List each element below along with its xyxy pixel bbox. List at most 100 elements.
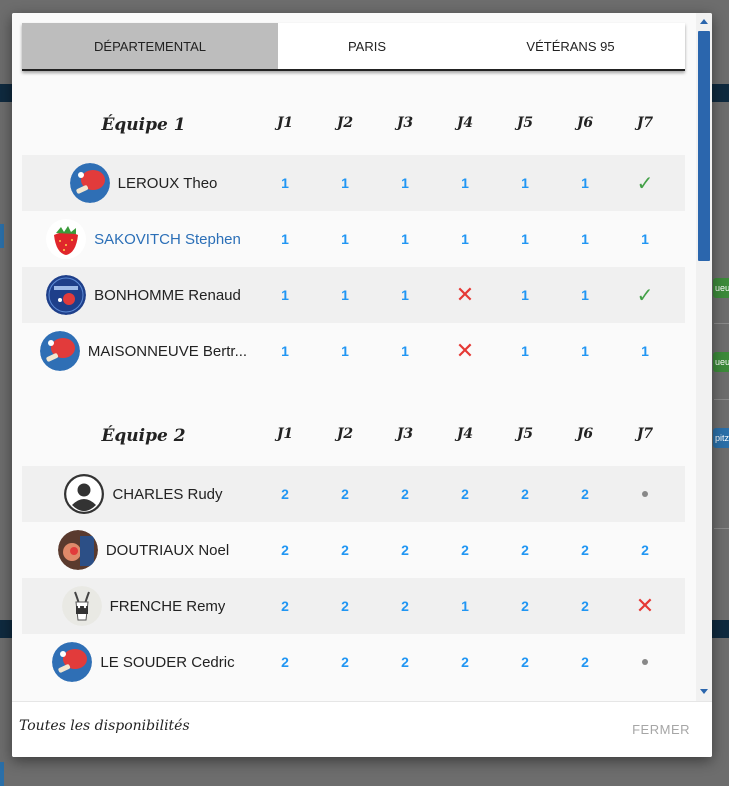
player-name: FRENCHE Remy bbox=[109, 597, 226, 615]
player-name: MAISONNEUVE Bertr... bbox=[87, 342, 248, 360]
tab-paris[interactable]: PARIS bbox=[278, 23, 456, 69]
availability-cell[interactable]: 2 bbox=[450, 466, 480, 522]
availability-cell[interactable]: ✓ bbox=[630, 267, 660, 323]
background-badge: ueu bbox=[713, 278, 729, 298]
player-cell: LEROUX Theo bbox=[22, 155, 265, 211]
availability-cell[interactable]: 2 bbox=[270, 466, 300, 522]
availability-cell[interactable]: 2 bbox=[330, 578, 360, 634]
availability-cell[interactable]: 1 bbox=[450, 155, 480, 211]
availability-cell[interactable]: 1 bbox=[270, 211, 300, 267]
availability-cell[interactable]: ✓ bbox=[630, 155, 660, 211]
availability-cell[interactable]: 2 bbox=[450, 522, 480, 578]
availability-cell[interactable]: 2 bbox=[510, 578, 540, 634]
player-cell: LE SOUDER Cedric bbox=[22, 634, 265, 690]
day-header: J7 bbox=[636, 426, 654, 442]
availability-cell[interactable]: 2 bbox=[570, 522, 600, 578]
player-name: LEROUX Theo bbox=[117, 174, 218, 192]
scroll-up-arrow-icon[interactable] bbox=[700, 19, 708, 24]
availability-cell[interactable]: 1 bbox=[330, 155, 360, 211]
team-tabs: DÉPARTEMENTAL PARIS VÉTÉRANS 95 bbox=[22, 23, 685, 71]
availability-cell[interactable]: 2 bbox=[270, 578, 300, 634]
day-header: J3 bbox=[396, 115, 414, 131]
footer-title: Toutes les disponibilités bbox=[19, 718, 190, 734]
availability-cell[interactable]: 2 bbox=[510, 466, 540, 522]
close-button[interactable]: FERMER bbox=[632, 722, 690, 737]
availability-cell[interactable]: 1 bbox=[330, 267, 360, 323]
availability-cell[interactable]: 1 bbox=[390, 155, 420, 211]
availability-cell[interactable]: 1 bbox=[390, 211, 420, 267]
cross-icon: ✕ bbox=[635, 593, 655, 618]
tab-veterans-95[interactable]: VÉTÉRANS 95 bbox=[456, 23, 685, 69]
availability-cell[interactable]: 2 bbox=[390, 634, 420, 690]
availability-cell[interactable]: 1 bbox=[510, 323, 540, 379]
availability-cell[interactable]: 1 bbox=[510, 211, 540, 267]
availability-cell[interactable]: 1 bbox=[270, 323, 300, 379]
availability-cell[interactable]: 1 bbox=[630, 323, 660, 379]
player-row: FRENCHE Remy 2 2 2 1 2 2 ✕ bbox=[22, 578, 685, 634]
availability-cell[interactable]: 1 bbox=[330, 211, 360, 267]
availability-cell[interactable]: 1 bbox=[270, 155, 300, 211]
player-row: DOUTRIAUX Noel 2 2 2 2 2 2 2 bbox=[22, 522, 685, 578]
dot-icon bbox=[642, 491, 648, 497]
availability-cell[interactable] bbox=[630, 634, 660, 690]
availability-cell[interactable]: 2 bbox=[570, 466, 600, 522]
availability-cell[interactable]: 2 bbox=[270, 634, 300, 690]
availability-cell[interactable]: 2 bbox=[330, 634, 360, 690]
day-header: J5 bbox=[516, 426, 534, 442]
player-name[interactable]: SAKOVITCH Stephen bbox=[94, 231, 241, 248]
team-section: Équipe 1 J1 J2 J3 J4 J5 J6 J7 LEROUX Theo 1 1 1 1 1 1 ✓… bbox=[22, 89, 685, 379]
availability-cell[interactable]: 1 bbox=[450, 578, 480, 634]
availability-cell[interactable]: 1 bbox=[570, 323, 600, 379]
availability-cell[interactable]: 1 bbox=[510, 155, 540, 211]
availability-cell[interactable]: 1 bbox=[390, 267, 420, 323]
scrollbar-thumb[interactable] bbox=[698, 31, 710, 261]
availability-dialog: DÉPARTEMENTAL PARIS VÉTÉRANS 95 Équipe 1… bbox=[12, 13, 712, 757]
availability-cell[interactable]: 1 bbox=[570, 267, 600, 323]
player-name: CHARLES Rudy bbox=[112, 485, 223, 503]
default-user-avatar bbox=[64, 474, 105, 514]
availability-cell[interactable]: 1 bbox=[570, 211, 600, 267]
availability-cell[interactable]: 1 bbox=[510, 267, 540, 323]
availability-cell[interactable] bbox=[630, 466, 660, 522]
availability-cell[interactable]: 2 bbox=[390, 578, 420, 634]
availability-cell[interactable]: 1 bbox=[330, 323, 360, 379]
ping-pong-paddle-avatar bbox=[69, 163, 110, 203]
availability-cell[interactable]: 1 bbox=[570, 155, 600, 211]
check-icon: ✓ bbox=[636, 172, 654, 195]
availability-cell[interactable]: 1 bbox=[390, 323, 420, 379]
availability-cell[interactable]: 2 bbox=[570, 578, 600, 634]
team-header-row: Équipe 1 J1 J2 J3 J4 J5 J6 J7 bbox=[22, 89, 685, 155]
availability-cell[interactable]: 2 bbox=[450, 634, 480, 690]
availability-cell[interactable]: 1 bbox=[270, 267, 300, 323]
scroll-down-arrow-icon[interactable] bbox=[700, 689, 708, 694]
availability-cell[interactable]: 1 bbox=[630, 211, 660, 267]
scrollbar[interactable] bbox=[696, 13, 712, 701]
availability-cell[interactable]: 1 bbox=[450, 211, 480, 267]
availability-cell[interactable]: ✕ bbox=[630, 578, 660, 634]
availability-cell[interactable]: 2 bbox=[510, 522, 540, 578]
dot-icon bbox=[642, 659, 648, 665]
availability-cell[interactable]: 2 bbox=[330, 522, 360, 578]
ping-pong-paddle-avatar bbox=[52, 642, 93, 682]
background-divider bbox=[714, 528, 729, 529]
background-badge: ueu bbox=[713, 352, 729, 372]
availability-cell[interactable]: 2 bbox=[630, 522, 660, 578]
day-header: J4 bbox=[456, 426, 474, 442]
goat-avatar bbox=[61, 586, 102, 626]
availability-cell[interactable]: 2 bbox=[390, 466, 420, 522]
availability-cell[interactable]: 2 bbox=[570, 634, 600, 690]
availability-cell[interactable]: ✕ bbox=[450, 267, 480, 323]
player-cell: DOUTRIAUX Noel bbox=[22, 522, 265, 578]
team-section: Équipe 2 J1 J2 J3 J4 J5 J6 J7 CHARLES Rudy 2 2 2 2 2 2… bbox=[22, 400, 685, 690]
availability-cell[interactable]: 2 bbox=[510, 634, 540, 690]
availability-cell[interactable]: ✕ bbox=[450, 323, 480, 379]
availability-cell[interactable]: 2 bbox=[270, 522, 300, 578]
background-divider bbox=[714, 323, 729, 324]
player-name: DOUTRIAUX Noel bbox=[105, 541, 230, 559]
photo-avatar bbox=[57, 530, 98, 570]
availability-cell[interactable]: 2 bbox=[390, 522, 420, 578]
player-row: SAKOVITCH Stephen 1 1 1 1 1 1 1 bbox=[22, 211, 685, 267]
availability-cell[interactable]: 2 bbox=[330, 466, 360, 522]
tab-departemental[interactable]: DÉPARTEMENTAL bbox=[22, 23, 278, 69]
dialog-content: DÉPARTEMENTAL PARIS VÉTÉRANS 95 Équipe 1… bbox=[12, 13, 696, 701]
